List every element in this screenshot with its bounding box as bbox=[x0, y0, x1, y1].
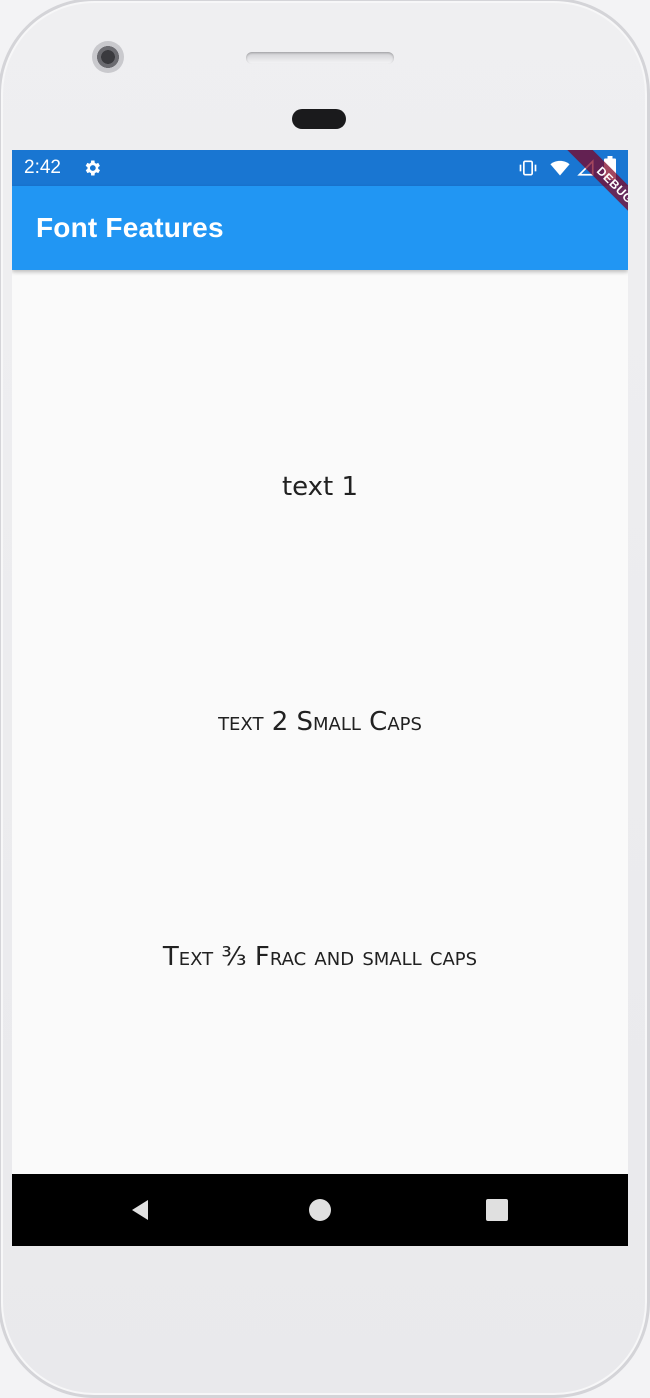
navigation-bar bbox=[12, 1174, 628, 1246]
recents-icon[interactable] bbox=[486, 1199, 508, 1221]
app-title: Font Features bbox=[36, 212, 224, 243]
home-icon[interactable] bbox=[309, 1199, 331, 1221]
device-screen: 2:42 Font Features DEBUG text 1 text 2 S… bbox=[12, 150, 628, 1246]
text-plain: text 1 bbox=[281, 472, 359, 502]
earpiece-speaker bbox=[246, 52, 394, 64]
status-bar: 2:42 bbox=[12, 150, 628, 186]
text-small-caps: text 2 Small Caps bbox=[218, 707, 422, 737]
app-bar: Font Features bbox=[12, 186, 628, 270]
status-time: 2:42 bbox=[24, 157, 61, 178]
gear-icon bbox=[85, 160, 100, 176]
text-frac-small-caps: Text ³⁄₃ Frac and small caps bbox=[162, 942, 478, 972]
proximity-sensor bbox=[292, 109, 346, 129]
vibrate-icon bbox=[519, 160, 537, 176]
front-camera bbox=[92, 41, 124, 73]
back-icon[interactable] bbox=[128, 1198, 152, 1222]
wifi-icon bbox=[550, 160, 570, 176]
